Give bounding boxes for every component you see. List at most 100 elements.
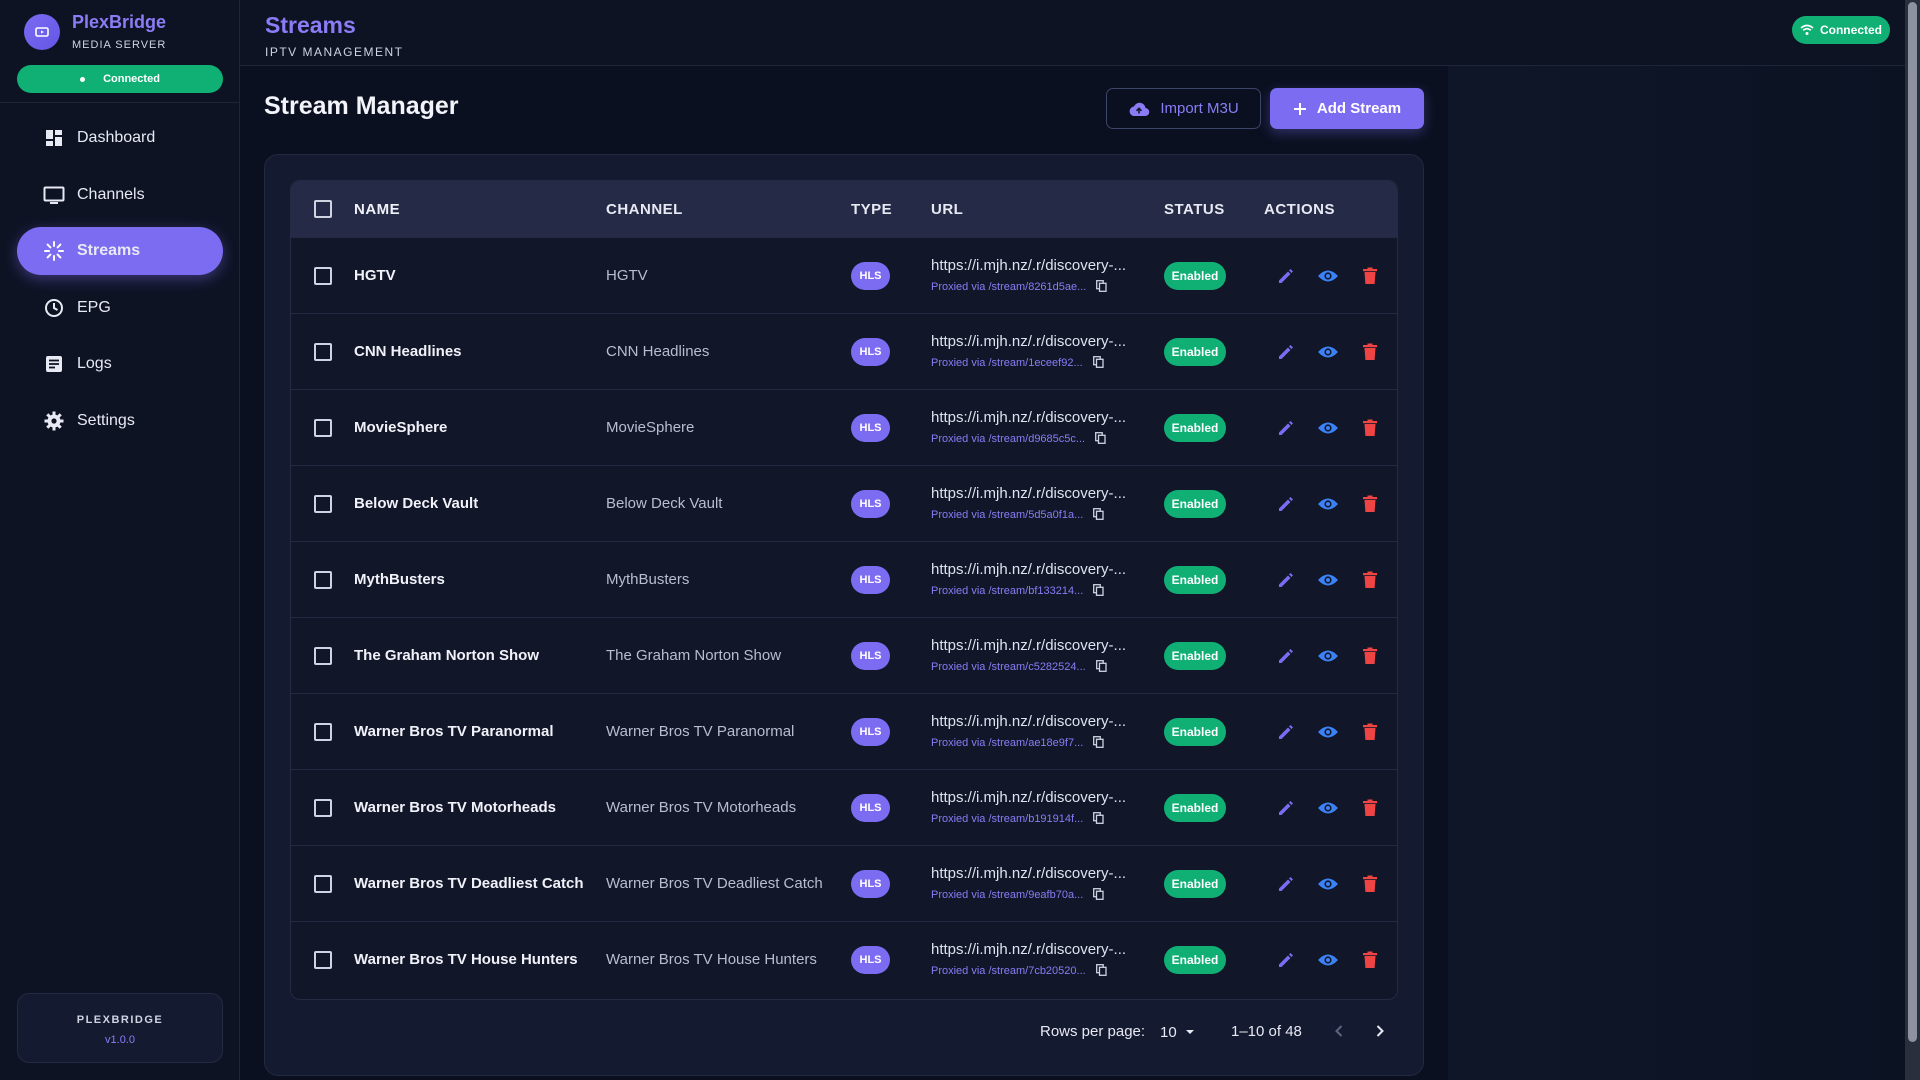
delete-icon[interactable]: [1358, 264, 1382, 288]
copy-icon[interactable]: [1093, 507, 1104, 523]
copy-icon[interactable]: [1093, 735, 1104, 751]
column-header-channel[interactable]: CHANNEL: [606, 201, 851, 218]
stream-channel: Warner Bros TV Deadliest Catch: [606, 875, 823, 892]
edit-icon[interactable]: [1274, 720, 1298, 744]
stream-url: https://i.mjh.nz/.r/discovery-...: [931, 256, 1127, 274]
eye-icon[interactable]: [1316, 720, 1340, 744]
column-header-actions: ACTIONS: [1264, 200, 1335, 218]
import-m3u-button[interactable]: Import M3U: [1106, 88, 1261, 129]
table-row: Warner Bros TV Paranormal Warner Bros TV …: [291, 693, 1397, 769]
copy-icon[interactable]: [1093, 583, 1104, 599]
stream-name: Warner Bros TV Deadliest Catch: [354, 875, 584, 892]
table-row: Below Deck Vault Below Deck Vault HLS https…: [291, 465, 1397, 541]
edit-icon[interactable]: [1274, 644, 1298, 668]
eye-icon[interactable]: [1316, 416, 1340, 440]
copy-icon[interactable]: [1093, 811, 1104, 827]
edit-icon[interactable]: [1274, 340, 1298, 364]
edit-icon[interactable]: [1274, 948, 1298, 972]
status-badge: Enabled: [1164, 565, 1226, 594]
sidebar-item-logs[interactable]: Logs: [17, 340, 223, 388]
delete-icon[interactable]: [1358, 796, 1382, 820]
scrollbar-thumb[interactable]: [1908, 2, 1917, 1042]
delete-icon[interactable]: [1358, 872, 1382, 896]
column-header-status[interactable]: STATUS: [1164, 201, 1264, 218]
sidebar: PlexBridge MEDIA SERVER Connected Dashbo…: [0, 0, 240, 1080]
sidebar-item-dashboard[interactable]: Dashboard: [17, 114, 223, 162]
edit-icon[interactable]: [1274, 492, 1298, 516]
rows-per-page-value: 10: [1160, 1023, 1177, 1041]
stream-name: MythBusters: [354, 571, 445, 588]
proxy-path: Proxied via /stream/8261d5ae...: [931, 281, 1087, 293]
rows-per-page-select[interactable]: 10: [1160, 1023, 1199, 1041]
table-row: MovieSphere MovieSphere HLS https://i.mjh.n…: [291, 389, 1397, 465]
stream-url: https://i.mjh.nz/.r/discovery-...: [931, 636, 1127, 654]
rows-per-page-label: Rows per page:: [1040, 1023, 1146, 1040]
sidebar-item-label: EPG: [77, 298, 111, 316]
previous-page-button[interactable]: [1329, 1021, 1349, 1045]
copy-icon[interactable]: [1095, 659, 1107, 675]
eye-icon[interactable]: [1316, 948, 1340, 972]
column-header-type[interactable]: TYPE: [851, 201, 931, 218]
status-badge: Enabled: [1164, 945, 1226, 974]
edit-icon[interactable]: [1274, 416, 1298, 440]
proxy-path: Proxied via /stream/7cb20520...: [931, 965, 1086, 977]
edit-icon[interactable]: [1274, 568, 1298, 592]
row-checkbox[interactable]: [313, 646, 332, 665]
column-header-url[interactable]: URL: [931, 201, 1164, 218]
eye-icon[interactable]: [1316, 644, 1340, 668]
sidebar-item-settings[interactable]: Settings: [17, 397, 223, 445]
row-checkbox[interactable]: [313, 418, 332, 437]
row-checkbox[interactable]: [313, 874, 332, 893]
delete-icon[interactable]: [1358, 492, 1382, 516]
row-checkbox[interactable]: [313, 722, 332, 741]
proxy-path: Proxied via /stream/b191914f...: [931, 813, 1084, 825]
eye-icon[interactable]: [1316, 872, 1340, 896]
next-page-button[interactable]: [1370, 1021, 1390, 1045]
sidebar-item-streams[interactable]: Streams: [17, 227, 223, 275]
edit-icon[interactable]: [1274, 872, 1298, 896]
copy-icon[interactable]: [1093, 887, 1104, 903]
eye-icon[interactable]: [1316, 796, 1340, 820]
sidebar-item-label: Logs: [77, 355, 112, 372]
copy-icon[interactable]: [1095, 431, 1106, 447]
delete-icon[interactable]: [1358, 416, 1382, 440]
delete-icon[interactable]: [1358, 568, 1382, 592]
eye-icon[interactable]: [1316, 264, 1340, 288]
eye-icon[interactable]: [1316, 492, 1340, 516]
row-checkbox[interactable]: [313, 798, 332, 817]
copy-icon[interactable]: [1095, 963, 1107, 979]
copy-icon[interactable]: [1096, 279, 1107, 295]
row-checkbox[interactable]: [313, 950, 332, 969]
eye-icon[interactable]: [1316, 568, 1340, 592]
delete-icon[interactable]: [1358, 644, 1382, 668]
add-stream-button[interactable]: Add Stream: [1270, 88, 1424, 129]
sidebar-item-channels[interactable]: Channels: [17, 171, 223, 219]
edit-icon[interactable]: [1274, 796, 1298, 820]
stream-channel: Warner Bros TV Paranormal: [606, 723, 795, 740]
stream-name: Warner Bros TV Paranormal: [354, 723, 554, 740]
select-all-checkbox[interactable]: [313, 200, 332, 218]
status-badge: Enabled: [1164, 641, 1226, 670]
copy-icon[interactable]: [1092, 355, 1104, 371]
status-badge: Enabled: [1164, 793, 1226, 822]
delete-icon[interactable]: [1358, 720, 1382, 744]
column-header-name[interactable]: NAME: [354, 201, 606, 218]
row-checkbox[interactable]: [313, 342, 332, 361]
stream-url: https://i.mjh.nz/.r/discovery-...: [931, 712, 1127, 730]
stream-url-cell: https://i.mjh.nz/.r/discovery-... Proxied…: [931, 637, 1164, 675]
page-scrollbar[interactable]: [1905, 0, 1920, 1080]
header-connection-label: Connected: [1819, 23, 1882, 37]
delete-icon[interactable]: [1358, 340, 1382, 364]
eye-icon[interactable]: [1316, 340, 1340, 364]
row-checkbox[interactable]: [313, 570, 332, 589]
status-badge: Enabled: [1164, 717, 1226, 746]
status-badge: Enabled: [1164, 413, 1226, 442]
wifi-icon: [1800, 24, 1814, 35]
delete-icon[interactable]: [1358, 948, 1382, 972]
sidebar-item-epg[interactable]: EPG: [17, 284, 223, 332]
stream-channel: The Graham Norton Show: [606, 647, 782, 664]
row-checkbox[interactable]: [313, 266, 332, 285]
stream-url: https://i.mjh.nz/.r/discovery-...: [931, 560, 1127, 578]
edit-icon[interactable]: [1274, 264, 1298, 288]
row-checkbox[interactable]: [313, 494, 332, 513]
